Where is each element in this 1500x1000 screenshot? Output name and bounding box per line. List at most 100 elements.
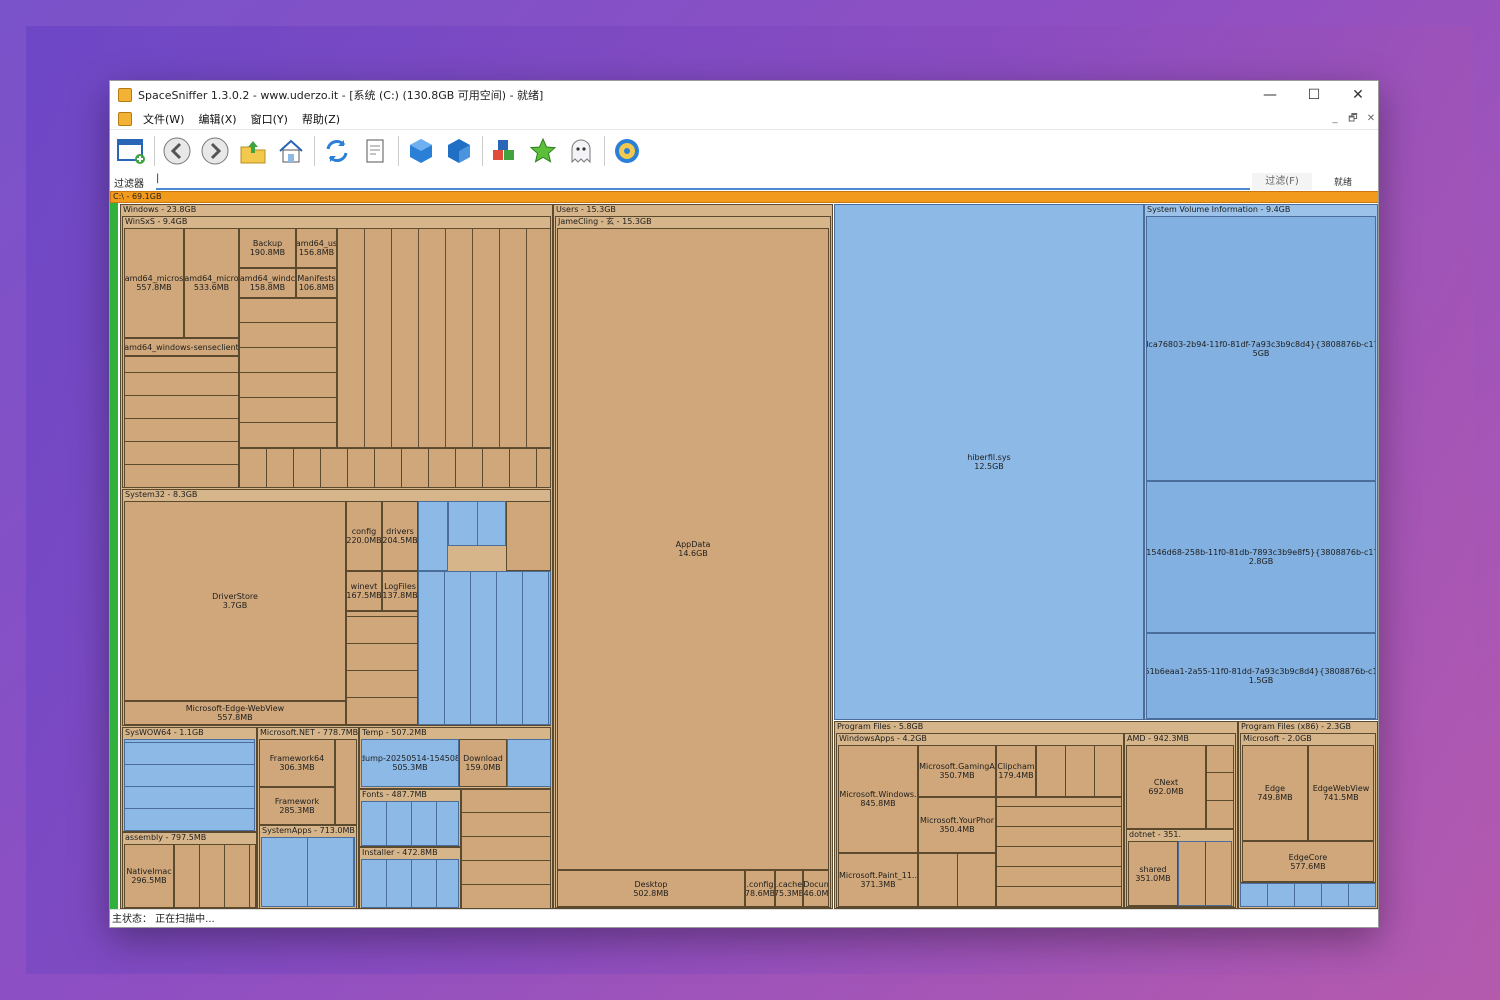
winsxs-small-cells[interactable]	[337, 228, 551, 448]
shared-folder[interactable]: shared 351.0MB	[1128, 841, 1178, 906]
treemap-cell[interactable]	[418, 501, 448, 571]
framework-folder[interactable]: Framework 285.3MB	[259, 787, 335, 825]
copy-icon[interactable]	[358, 134, 392, 168]
hiberfil-file[interactable]: hiberfil.sys 12.5GB	[834, 204, 1144, 720]
treemap-cell[interactable]: amd64_micro 533.6MB	[184, 228, 239, 338]
ms-paint-app[interactable]: Microsoft.Paint_11.. 371.3MB	[838, 853, 918, 907]
menu-window[interactable]: 窗口(Y)	[244, 111, 295, 127]
treemap-cell[interactable]: amd64_windc 158.8MB	[239, 268, 296, 298]
up-folder-icon[interactable]	[236, 134, 270, 168]
config-dotfolder[interactable]: .config 78.6MB	[745, 870, 775, 907]
appdata-folder[interactable]: AppData 14.6GB	[557, 228, 829, 870]
treemap-cell[interactable]	[996, 797, 1122, 907]
toolbar-separator	[604, 135, 605, 166]
menu-edit[interactable]: 编辑(X)	[191, 111, 243, 127]
treemap-cell[interactable]	[124, 739, 255, 831]
filter-button[interactable]: 过滤(F)	[1252, 173, 1312, 190]
winsxs-small-cells[interactable]	[239, 298, 337, 448]
backup-folder[interactable]: Backup 190.8MB	[239, 228, 296, 268]
assembly-label: assembly - 797.5MB	[125, 833, 207, 842]
edge-folder[interactable]: Edge 749.8MB	[1242, 745, 1308, 841]
maximize-button[interactable]: ☐	[1292, 81, 1336, 109]
treemap-cell[interactable]	[506, 501, 551, 571]
downloads-folder[interactable]: Download 159.0MB	[459, 739, 507, 787]
treemap-cell[interactable]	[461, 789, 551, 909]
edgecore-folder[interactable]: EdgeCore 577.6MB	[1242, 841, 1374, 882]
back-icon[interactable]	[160, 134, 194, 168]
ms-gaming-app[interactable]: Microsoft.GamingA 350.7MB	[918, 745, 996, 797]
treemap-cell[interactable]: amd64_windows-senseclient	[124, 338, 239, 356]
shadow-copy-file[interactable]: {51b6eaa1-2a55-11f0-81dd-7a93c3b9c8d4}{3…	[1146, 633, 1376, 719]
close-button[interactable]: ✕	[1336, 81, 1378, 109]
cube-icon[interactable]	[404, 134, 438, 168]
program-files-label: Program Files - 5.8GB	[837, 722, 924, 731]
native-images-folder[interactable]: NativeImac 296.5MB	[124, 844, 174, 908]
clipchamp-app[interactable]: Clipcham 179.4MB	[996, 745, 1036, 797]
forward-icon[interactable]	[198, 134, 232, 168]
winsxs-small-cells[interactable]	[124, 356, 239, 488]
menu-app-icon	[118, 112, 132, 126]
filter-input[interactable]: |	[156, 173, 1250, 190]
shadow-copy-file[interactable]: {f1546d68-258b-11f0-81db-7893c3b9e8f5}{3…	[1146, 481, 1376, 633]
refresh-icon[interactable]	[320, 134, 354, 168]
winsxs-small-cells[interactable]	[239, 448, 551, 488]
menu-help[interactable]: 帮助(Z)	[295, 111, 347, 127]
edgewebview-folder[interactable]: EdgeWebView 741.5MB	[1308, 745, 1374, 841]
windowsapps-label: WindowsApps - 4.2GB	[839, 734, 927, 743]
home-icon[interactable]	[274, 134, 308, 168]
treemap-cell[interactable]	[1240, 883, 1376, 907]
treemap-cell[interactable]	[335, 739, 357, 825]
ms-windows-app[interactable]: Microsoft.Windows. 845.8MB	[838, 745, 918, 853]
window-title: SpaceSniffer 1.3.0.2 - www.uderzo.it - […	[138, 89, 544, 102]
treemap-cell[interactable]	[261, 837, 355, 907]
spacesniffer-window: SpaceSniffer 1.3.0.2 - www.uderzo.it - […	[109, 80, 1379, 928]
treemap-cell[interactable]	[174, 844, 256, 908]
status-bar: 主状态： 正在扫描中...	[110, 909, 1378, 927]
syswow64-label: SysWOW64 - 1.1GB	[125, 728, 204, 737]
documents-folder[interactable]: Docun 46.0M	[803, 870, 829, 907]
treemap-cell[interactable]	[1036, 745, 1122, 797]
fonts-label: Fonts - 487.7MB	[362, 790, 427, 799]
mdi-close-button[interactable]: ✕	[1364, 112, 1378, 126]
cnext-folder[interactable]: CNext 692.0MB	[1126, 745, 1206, 829]
config-folder[interactable]: config 220.0MB	[346, 501, 382, 571]
treemap-cell[interactable]: amd64_micros 557.8MB	[124, 228, 184, 338]
treemap-cell[interactable]	[507, 739, 551, 787]
treemap-cell[interactable]: amd64_us 156.8MB	[296, 228, 337, 268]
treemap-cell[interactable]	[361, 801, 459, 846]
desktop-folder[interactable]: Desktop 502.8MB	[557, 870, 745, 907]
drivers-folder[interactable]: drivers 204.5MB	[382, 501, 418, 571]
treemap-cell[interactable]	[418, 571, 551, 725]
dump-file[interactable]: dump-20250514-154508 505.3MB	[361, 739, 459, 787]
shadow-copy-file[interactable]: {dca76803-2b94-11f0-81df-7a93c3b9c8d4}{3…	[1146, 216, 1376, 481]
menu-file[interactable]: 文件(W)	[136, 111, 191, 127]
treemap-cell[interactable]	[448, 501, 506, 546]
ms-yourphone-app[interactable]: Microsoft.YourPhor 350.4MB	[918, 797, 996, 853]
ghost-icon[interactable]	[564, 134, 598, 168]
cube-2-icon[interactable]	[442, 134, 476, 168]
star-icon[interactable]	[526, 134, 560, 168]
root-drive-block[interactable]: C:\ - 69.1GB	[110, 191, 1378, 203]
temp-label: Temp - 507.2MB	[362, 728, 427, 737]
treemap-cell[interactable]	[1206, 745, 1234, 829]
treemap-cell[interactable]	[1178, 841, 1232, 906]
blocks-icon[interactable]	[488, 134, 522, 168]
manifests-folder[interactable]: Manifests 106.8MB	[296, 268, 337, 298]
treemap-cell[interactable]	[361, 859, 459, 908]
treemap-cell[interactable]	[346, 611, 418, 725]
winevt-folder[interactable]: winevt 167.5MB	[346, 571, 382, 611]
minimize-button[interactable]: —	[1248, 81, 1292, 109]
treemap-cell[interactable]	[918, 853, 996, 907]
title-bar: SpaceSniffer 1.3.0.2 - www.uderzo.it - […	[110, 81, 1378, 109]
mdi-minimize-button[interactable]: _	[1328, 112, 1342, 126]
jamecling-label: JameCling - 玄 - 15.3GB	[558, 217, 652, 226]
framework64-folder[interactable]: Framework64 306.3MB	[259, 739, 335, 787]
toolbar-separator	[398, 135, 399, 166]
gear-icon[interactable]	[610, 134, 644, 168]
logfiles-folder[interactable]: LogFiles 137.8MB	[382, 571, 418, 611]
driverstore-folder[interactable]: DriverStore 3.7GB	[124, 501, 346, 701]
cache-dotfolder[interactable]: .cache 75.3MB	[775, 870, 803, 907]
mdi-restore-button[interactable]: 🗗	[1346, 112, 1360, 126]
edge-webview-folder[interactable]: Microsoft-Edge-WebView 557.8MB	[124, 701, 346, 725]
new-window-icon[interactable]	[114, 134, 148, 168]
